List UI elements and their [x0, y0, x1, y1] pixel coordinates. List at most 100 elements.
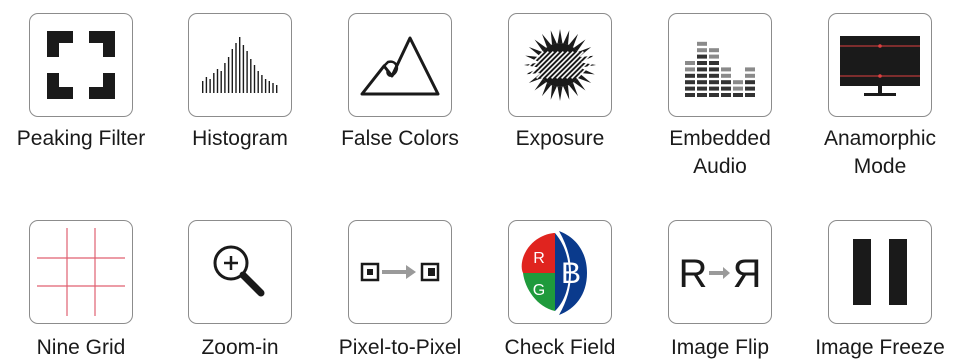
sun-ray — [568, 82, 578, 97]
peaking-filter-icon — [47, 31, 115, 99]
image-flip-icon: R R — [675, 247, 765, 297]
false-colors-label: False Colors — [341, 127, 459, 150]
histogram-bar — [242, 45, 245, 93]
audio-meter-segment — [697, 48, 707, 53]
audio-meter-segment — [685, 93, 695, 97]
embedded-audio-label: Embedded Audio — [669, 127, 771, 178]
audio-meter-segment — [709, 93, 719, 97]
audio-meter-segment — [745, 93, 755, 97]
audio-meter-segment — [697, 86, 707, 91]
image-freeze-icon — [845, 237, 915, 307]
pixel-to-pixel-tile[interactable] — [348, 220, 452, 324]
histogram-bar — [227, 57, 230, 93]
histogram-bar — [235, 43, 237, 93]
sun-ray — [542, 33, 552, 48]
zoom-in-tile[interactable] — [188, 220, 292, 324]
audio-meter-segment — [721, 67, 731, 72]
audio-meter-segment — [745, 67, 755, 72]
check-field-g: G — [533, 282, 545, 299]
histogram-bar — [239, 37, 241, 93]
audio-meter-segment — [697, 80, 707, 85]
audio-meter-segment — [733, 93, 743, 97]
audio-meter-segment — [721, 80, 731, 85]
histogram-label: Histogram — [192, 127, 288, 150]
sun-ray — [557, 29, 563, 44]
exposure-icon — [520, 25, 600, 105]
audio-meter-segment — [721, 93, 731, 97]
histogram-bar — [224, 63, 226, 93]
audio-meter-segment — [721, 86, 731, 91]
audio-meter-segment — [697, 67, 707, 72]
histogram-icon — [200, 35, 280, 95]
sun-ray — [563, 85, 570, 100]
audio-meter-segment — [745, 73, 755, 78]
image-flip-left-letter: R — [679, 252, 708, 296]
audio-meter-segment — [709, 80, 719, 85]
audio-meter-segment — [709, 86, 719, 91]
anamorphic-mode-label: Anamorphic Mode — [823, 127, 937, 178]
histogram-bar — [276, 85, 278, 93]
sun-ray — [550, 85, 557, 100]
audio-meter-segment — [745, 80, 755, 85]
image-flip-tile[interactable]: R R — [668, 220, 772, 324]
anamorphic-mode-tile[interactable] — [828, 13, 932, 117]
check-field-icon: R G B — [515, 229, 605, 315]
false-colors-tile[interactable] — [348, 13, 452, 117]
nine-grid-icon — [37, 228, 125, 316]
peaking-filter-label: Peaking Filter — [16, 127, 146, 150]
check-field-b: B — [561, 257, 581, 290]
sun-ray — [563, 30, 570, 45]
exposure-tile[interactable] — [508, 13, 612, 117]
audio-meter-segment — [733, 86, 743, 91]
peaking-filter-tile[interactable] — [29, 13, 133, 117]
audio-meter-segment — [709, 73, 719, 78]
audio-meter-segment — [685, 73, 695, 78]
nine-grid-tile[interactable] — [29, 220, 133, 324]
audio-meter-segment — [745, 86, 755, 91]
check-field-tile[interactable]: R G B — [508, 220, 612, 324]
audio-meter-segment — [709, 54, 719, 59]
histogram-bar — [253, 65, 256, 93]
pixel-to-pixel-icon — [358, 257, 442, 287]
histogram-bar — [261, 75, 263, 93]
audio-meter-segment — [709, 67, 719, 72]
histogram-bar — [216, 69, 219, 93]
audio-meter-segment — [697, 61, 707, 65]
histogram-bar — [264, 79, 267, 93]
histogram-bar — [209, 79, 211, 93]
histogram-bar — [246, 51, 248, 93]
histogram-bar — [205, 77, 208, 93]
anamorphic-mode-icon — [838, 30, 922, 100]
audio-meter-segment — [697, 93, 707, 97]
image-flip-right-letter: R — [733, 252, 762, 296]
histogram-bar — [202, 81, 204, 93]
audio-meter-segment — [685, 86, 695, 91]
image-freeze-tile[interactable] — [828, 220, 932, 324]
embedded-audio-icon — [683, 33, 757, 97]
histogram-bar — [220, 71, 222, 93]
audio-meter-segment — [685, 67, 695, 72]
check-field-r: R — [533, 250, 545, 267]
audio-meter-segment — [709, 48, 719, 53]
false-colors-icon — [358, 32, 442, 98]
histogram-bar — [250, 59, 252, 93]
embedded-audio-tile[interactable] — [668, 13, 772, 117]
audio-meter-segment — [697, 54, 707, 59]
audio-meter-segment — [685, 61, 695, 65]
histogram-tile[interactable] — [188, 13, 292, 117]
audio-meter-segment — [685, 80, 695, 85]
audio-meter-segment — [709, 61, 719, 65]
histogram-bar — [257, 71, 259, 93]
audio-meter-segment — [697, 41, 707, 46]
sun-ray — [542, 82, 552, 97]
exposure-label: Exposure — [515, 127, 605, 150]
histogram-bar — [268, 81, 270, 93]
histogram-bar — [231, 49, 233, 93]
sun-ray — [557, 86, 563, 101]
histogram-bar — [213, 73, 215, 93]
zoom-in-icon — [205, 237, 275, 307]
sun-ray — [568, 33, 578, 48]
audio-meter-segment — [733, 80, 743, 85]
histogram-bar — [272, 83, 274, 93]
audio-meter-segment — [721, 73, 731, 78]
